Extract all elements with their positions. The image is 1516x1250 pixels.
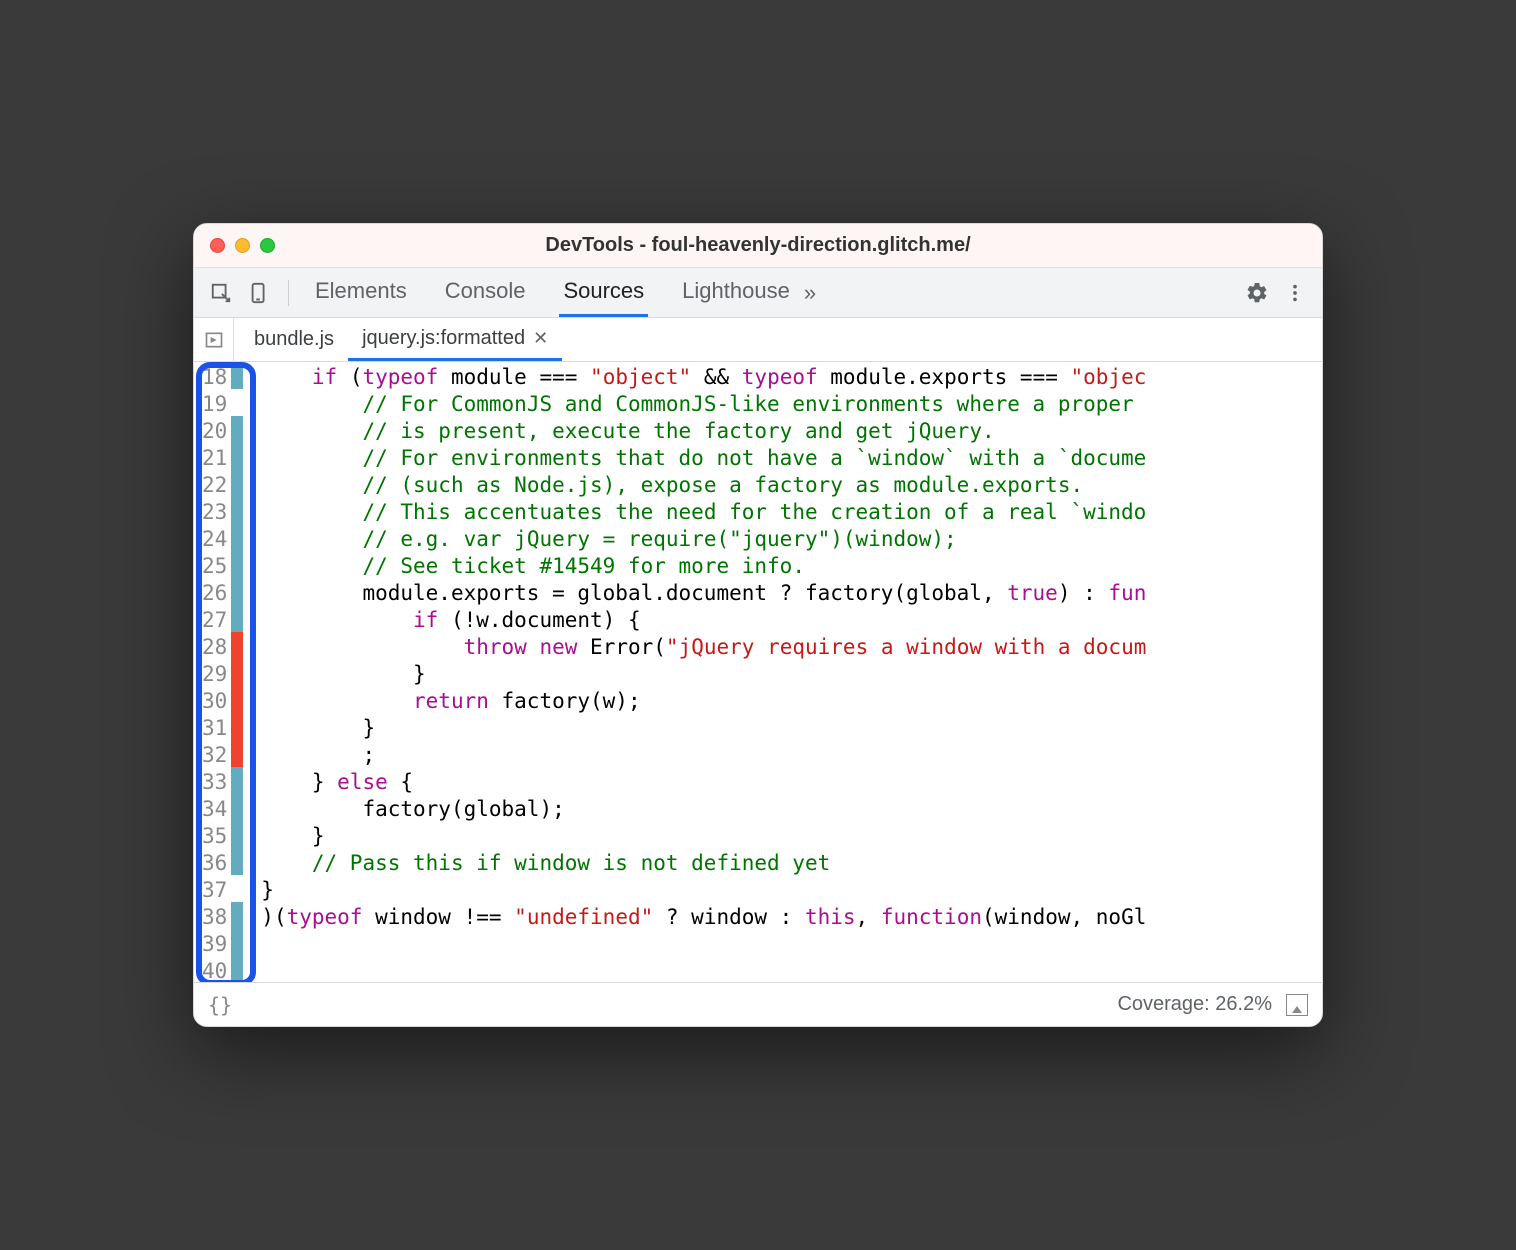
titlebar: DevTools - foul-heavenly-direction.glitc…: [194, 224, 1322, 268]
toolbar-divider: [288, 280, 289, 306]
panel-tabs: Elements Console Sources Lighthouse: [311, 268, 794, 317]
file-tab-jquery[interactable]: jquery.js:formatted ✕: [348, 319, 562, 361]
coverage-gutter: [231, 362, 243, 982]
minimize-window-button[interactable]: [235, 238, 250, 253]
navigator-toggle-icon[interactable]: [194, 318, 234, 362]
tab-elements[interactable]: Elements: [311, 268, 411, 317]
pretty-print-icon[interactable]: {}: [208, 993, 232, 1017]
close-tab-icon[interactable]: ✕: [533, 328, 548, 349]
file-tab-label: jquery.js:formatted: [362, 327, 525, 350]
window-title: DevTools - foul-heavenly-direction.glitc…: [194, 234, 1322, 257]
file-tabs: bundle.js jquery.js:formatted ✕: [194, 318, 1322, 362]
devtools-toolbar: Elements Console Sources Lighthouse »: [194, 268, 1322, 318]
file-tab-label: bundle.js: [254, 328, 334, 351]
coverage-label: Coverage: 26.2%: [1117, 993, 1272, 1016]
kebab-menu-icon[interactable]: [1280, 278, 1310, 308]
status-bar: {} Coverage: 26.2%: [194, 982, 1322, 1026]
file-tab-bundle[interactable]: bundle.js: [240, 320, 348, 359]
device-toggle-icon[interactable]: [244, 278, 274, 308]
settings-gear-icon[interactable]: [1242, 278, 1272, 308]
gutter: 1819202122232425262728293031323334353637…: [194, 362, 243, 982]
code-content[interactable]: if (typeof module === "object" && typeof…: [243, 362, 1322, 982]
inspect-element-icon[interactable]: [206, 278, 236, 308]
tab-console[interactable]: Console: [441, 268, 530, 317]
close-window-button[interactable]: [210, 238, 225, 253]
window-controls: [210, 238, 275, 253]
tab-sources[interactable]: Sources: [559, 268, 648, 317]
line-numbers: 1819202122232425262728293031323334353637…: [194, 362, 231, 982]
tabs-overflow-button[interactable]: »: [804, 280, 816, 306]
expand-drawer-icon[interactable]: [1286, 994, 1308, 1016]
code-editor[interactable]: 1819202122232425262728293031323334353637…: [194, 362, 1322, 982]
zoom-window-button[interactable]: [260, 238, 275, 253]
tab-lighthouse[interactable]: Lighthouse: [678, 268, 794, 317]
devtools-window: DevTools - foul-heavenly-direction.glitc…: [193, 223, 1323, 1027]
